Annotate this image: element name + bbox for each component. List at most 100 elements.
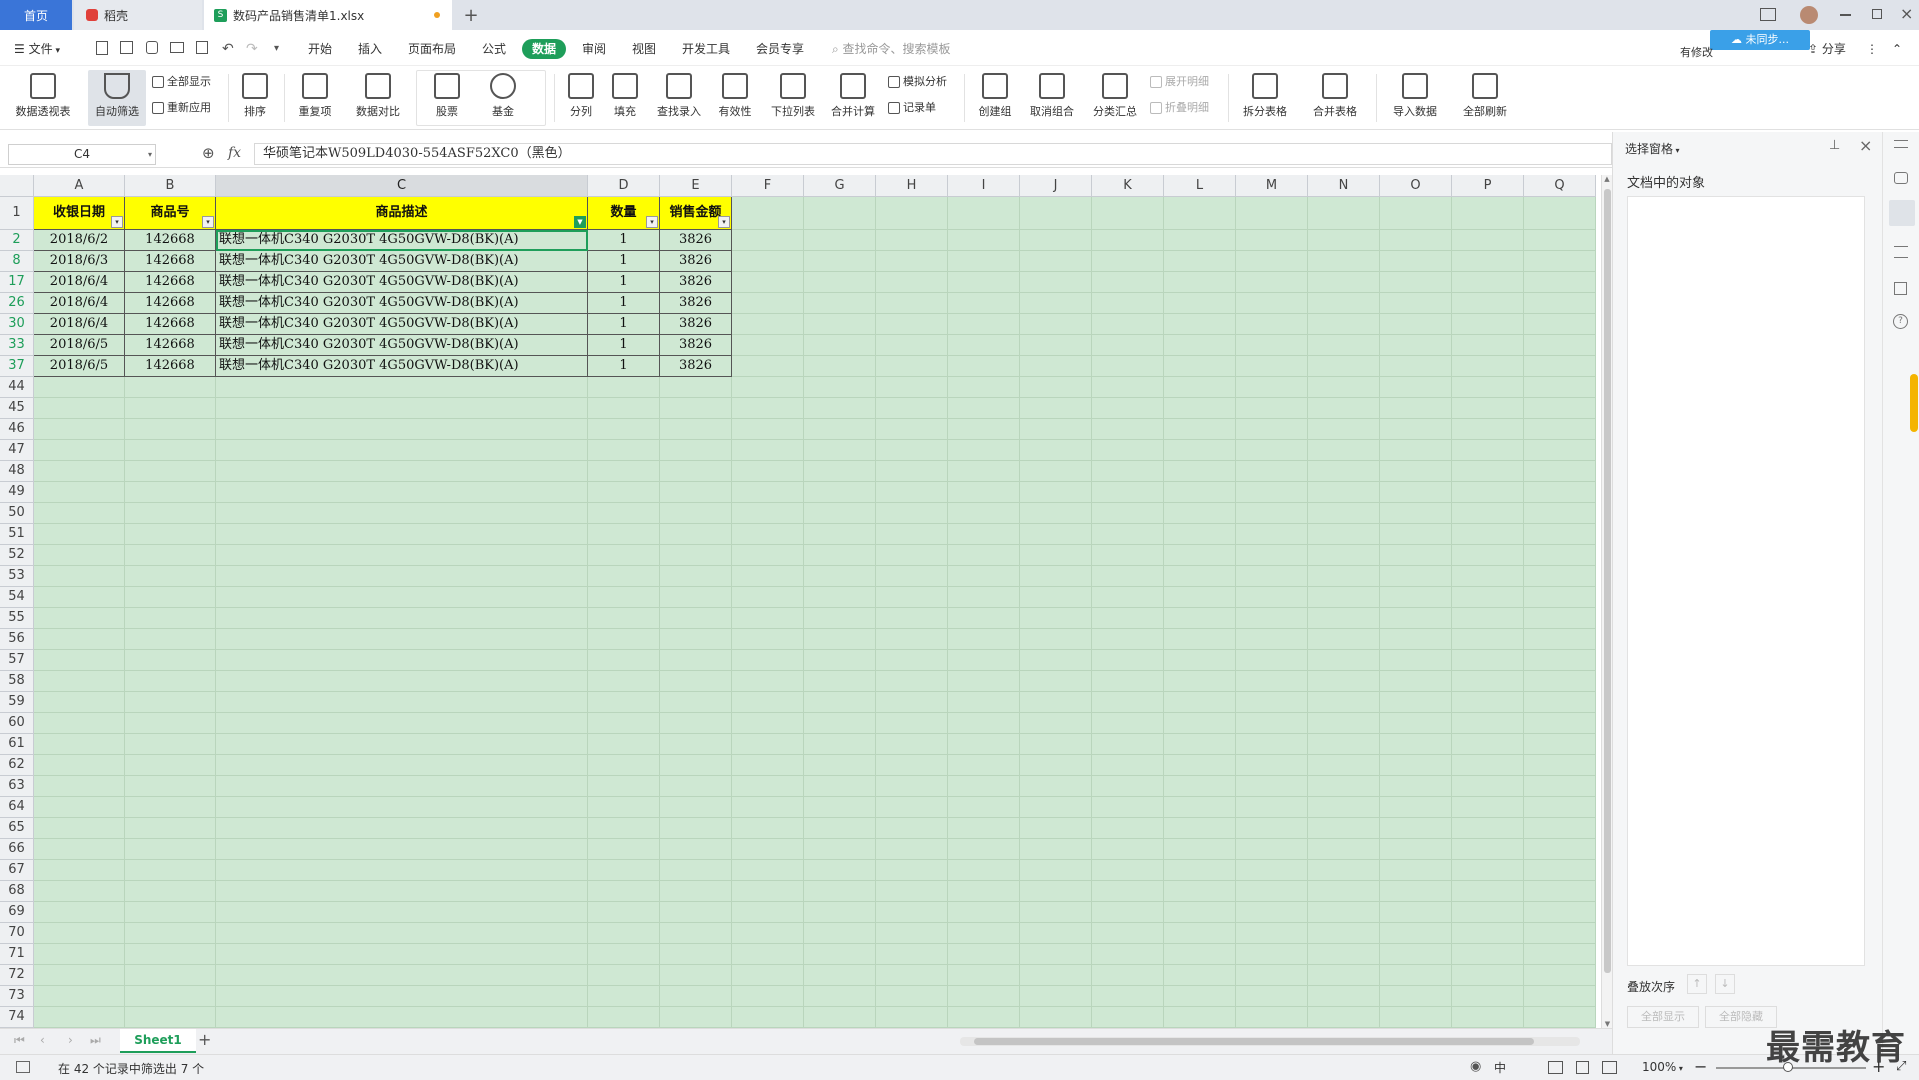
cell[interactable] bbox=[1452, 671, 1524, 692]
fill-button[interactable]: 填充 bbox=[596, 70, 654, 126]
cell[interactable] bbox=[588, 881, 660, 902]
cell[interactable] bbox=[804, 755, 876, 776]
cell[interactable] bbox=[732, 818, 804, 839]
h-scroll-thumb[interactable] bbox=[974, 1038, 1534, 1045]
cell[interactable] bbox=[732, 566, 804, 587]
cell[interactable] bbox=[34, 440, 125, 461]
cell[interactable] bbox=[804, 860, 876, 881]
cell[interactable] bbox=[588, 818, 660, 839]
cell[interactable] bbox=[1020, 839, 1092, 860]
cell[interactable] bbox=[1308, 734, 1380, 755]
import-data-button[interactable]: 导入数据 bbox=[1382, 70, 1448, 126]
cell[interactable] bbox=[804, 197, 876, 230]
cell[interactable] bbox=[1092, 335, 1164, 356]
cell[interactable] bbox=[125, 755, 216, 776]
cell[interactable] bbox=[1524, 566, 1596, 587]
row-header[interactable]: 49 bbox=[0, 482, 34, 503]
cell[interactable] bbox=[1452, 545, 1524, 566]
row-header[interactable]: 44 bbox=[0, 377, 34, 398]
cell[interactable] bbox=[1380, 734, 1452, 755]
cell[interactable] bbox=[216, 587, 588, 608]
cell[interactable] bbox=[588, 482, 660, 503]
cell[interactable] bbox=[1308, 692, 1380, 713]
row-header[interactable]: 45 bbox=[0, 398, 34, 419]
cell[interactable] bbox=[1092, 293, 1164, 314]
first-sheet-icon[interactable]: ⏮ bbox=[14, 1033, 25, 1048]
merge-table-button[interactable]: 合并表格 bbox=[1302, 70, 1368, 126]
cell[interactable] bbox=[1164, 566, 1236, 587]
cell[interactable] bbox=[732, 440, 804, 461]
cell[interactable] bbox=[1524, 482, 1596, 503]
cell[interactable] bbox=[1092, 461, 1164, 482]
side-scroll-handle[interactable] bbox=[1910, 374, 1918, 432]
scroll-thumb[interactable] bbox=[1604, 189, 1611, 973]
cell[interactable] bbox=[1236, 251, 1308, 272]
cell[interactable] bbox=[216, 524, 588, 545]
cell[interactable] bbox=[1236, 608, 1308, 629]
cell[interactable] bbox=[948, 293, 1020, 314]
cell[interactable] bbox=[732, 314, 804, 335]
cell[interactable] bbox=[660, 671, 732, 692]
cell[interactable] bbox=[1236, 692, 1308, 713]
cell[interactable] bbox=[34, 713, 125, 734]
cell[interactable] bbox=[588, 839, 660, 860]
cell[interactable] bbox=[588, 902, 660, 923]
cell[interactable] bbox=[588, 524, 660, 545]
cell[interactable] bbox=[660, 608, 732, 629]
search-box[interactable]: ⌕ 查找命令、搜索模板 bbox=[832, 39, 951, 59]
cell[interactable] bbox=[1308, 461, 1380, 482]
cell[interactable] bbox=[588, 1007, 660, 1028]
row-header[interactable]: 68 bbox=[0, 881, 34, 902]
cell[interactable] bbox=[1380, 398, 1452, 419]
cell[interactable] bbox=[1020, 503, 1092, 524]
name-box[interactable]: C4 ▾ bbox=[8, 144, 156, 165]
cell[interactable] bbox=[1164, 377, 1236, 398]
cell[interactable] bbox=[804, 1007, 876, 1028]
cell[interactable] bbox=[34, 461, 125, 482]
menu-view[interactable]: 视图 bbox=[632, 39, 656, 59]
cell[interactable] bbox=[948, 440, 1020, 461]
cell[interactable] bbox=[732, 272, 804, 293]
cell[interactable] bbox=[732, 293, 804, 314]
cell[interactable] bbox=[660, 503, 732, 524]
cell[interactable] bbox=[876, 839, 948, 860]
cell[interactable] bbox=[948, 671, 1020, 692]
cell[interactable] bbox=[876, 398, 948, 419]
cell[interactable] bbox=[125, 545, 216, 566]
cell[interactable] bbox=[125, 587, 216, 608]
cell[interactable] bbox=[804, 440, 876, 461]
cell[interactable] bbox=[1524, 356, 1596, 377]
cell[interactable] bbox=[804, 272, 876, 293]
cell[interactable] bbox=[1380, 461, 1452, 482]
cell[interactable] bbox=[732, 419, 804, 440]
backup-icon[interactable] bbox=[1894, 282, 1907, 295]
cell[interactable] bbox=[1452, 839, 1524, 860]
cell[interactable] bbox=[1020, 776, 1092, 797]
cell[interactable] bbox=[1092, 671, 1164, 692]
cell[interactable] bbox=[1020, 566, 1092, 587]
cell[interactable] bbox=[876, 692, 948, 713]
cell[interactable] bbox=[1164, 965, 1236, 986]
cell[interactable] bbox=[1092, 755, 1164, 776]
menu-lines-icon[interactable] bbox=[1894, 140, 1908, 148]
cell[interactable] bbox=[1380, 503, 1452, 524]
add-sheet-button[interactable]: + bbox=[198, 1030, 211, 1049]
data-cell-date[interactable]: 2018/6/2 bbox=[34, 230, 125, 251]
cell[interactable] bbox=[660, 566, 732, 587]
data-cell-code[interactable]: 142668 bbox=[125, 335, 216, 356]
cell[interactable] bbox=[948, 377, 1020, 398]
cell[interactable] bbox=[588, 629, 660, 650]
cell[interactable] bbox=[1380, 965, 1452, 986]
cell[interactable] bbox=[1236, 545, 1308, 566]
row-header[interactable]: 74 bbox=[0, 1007, 34, 1028]
cell[interactable] bbox=[34, 797, 125, 818]
cell[interactable] bbox=[1020, 923, 1092, 944]
cell[interactable] bbox=[1308, 902, 1380, 923]
filter-dropdown-icon[interactable]: ▾ bbox=[718, 216, 730, 228]
cell[interactable] bbox=[1524, 692, 1596, 713]
cell[interactable] bbox=[1380, 860, 1452, 881]
cell[interactable] bbox=[732, 503, 804, 524]
cell[interactable] bbox=[1092, 251, 1164, 272]
cell[interactable] bbox=[216, 818, 588, 839]
cell[interactable] bbox=[1092, 881, 1164, 902]
